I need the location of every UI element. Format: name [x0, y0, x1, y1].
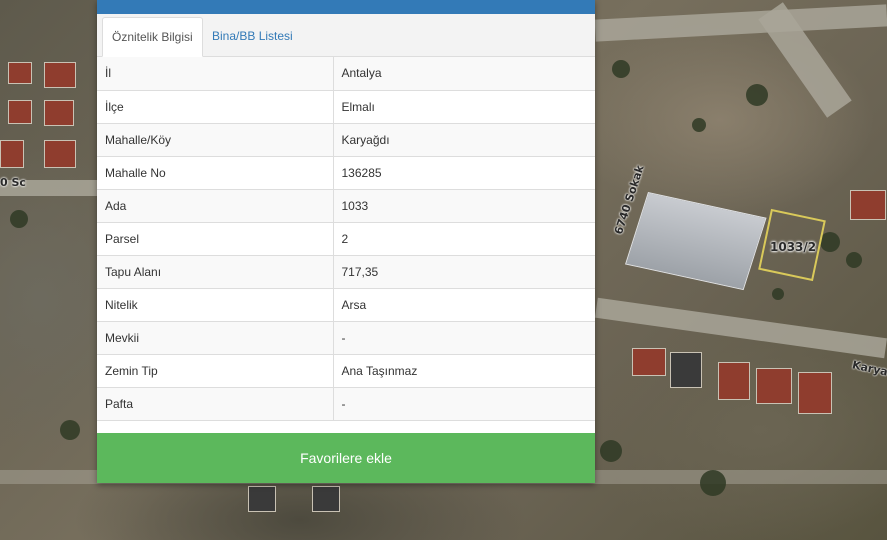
attribute-value: Karyağdı [333, 123, 595, 157]
attribute-value: 1033 [333, 189, 595, 223]
attribute-value: Elmalı [333, 90, 595, 124]
street-label: Karya [851, 358, 887, 379]
map-tree [700, 470, 726, 496]
tab-building-list[interactable]: Bina/BB Listesi [203, 17, 302, 55]
street-label: 0 Sc [0, 176, 26, 189]
table-row: İlçe Elmalı [97, 90, 595, 124]
attribute-key: Mahalle No [97, 156, 334, 190]
map-tree [746, 84, 768, 106]
table-row: Ada 1033 [97, 189, 595, 223]
attribute-value: - [333, 321, 595, 355]
map-house [44, 100, 74, 126]
map-house [44, 140, 76, 168]
map-house [670, 352, 702, 388]
attribute-value: Antalya [333, 57, 595, 91]
attribute-key: Tapu Alanı [97, 255, 334, 289]
add-to-favorites-button[interactable]: Favorilere ekle [97, 433, 595, 483]
attribute-value: 2 [333, 222, 595, 256]
table-row: Mevkii - [97, 321, 595, 355]
map-house [718, 362, 750, 400]
table-row: Pafta - [97, 387, 595, 421]
map-house [632, 348, 666, 376]
map-building [625, 192, 767, 291]
table-row: Zemin Tip Ana Taşınmaz [97, 354, 595, 388]
map-tree [600, 440, 622, 462]
attribute-key: Nitelik [97, 288, 334, 322]
table-row: Parsel 2 [97, 222, 595, 256]
attribute-key: Mahalle/Köy [97, 123, 334, 157]
map-tree [10, 210, 28, 228]
attribute-key: Mevkii [97, 321, 334, 355]
tab-bar: Öznitelik Bilgisi Bina/BB Listesi [97, 14, 595, 57]
attribute-key: Pafta [97, 387, 334, 421]
attribute-value: 136285 [333, 156, 595, 190]
table-row: İl Antalya [97, 57, 595, 91]
table-row: Nitelik Arsa [97, 288, 595, 322]
table-row: Mahalle No 136285 [97, 156, 595, 190]
map-house [798, 372, 832, 414]
attribute-key: Zemin Tip [97, 354, 334, 388]
map-house [756, 368, 792, 404]
map-house [850, 190, 886, 220]
parcel-label: 1033/2 [770, 240, 817, 254]
attribute-value: - [333, 387, 595, 421]
map-house [312, 486, 340, 512]
table-row: Mahalle/Köy Karyağdı [97, 123, 595, 157]
attribute-key: Ada [97, 189, 334, 223]
tab-attributes[interactable]: Öznitelik Bilgisi [102, 17, 203, 57]
map-house [44, 62, 76, 88]
attribute-key: Parsel [97, 222, 334, 256]
table-row: Tapu Alanı 717,35 [97, 255, 595, 289]
map-tree [692, 118, 706, 132]
map-tree [820, 232, 840, 252]
map-house [8, 100, 32, 124]
map-house [0, 140, 24, 168]
map-tree [612, 60, 630, 78]
map-tree [846, 252, 862, 268]
attribute-value: Ana Taşınmaz [333, 354, 595, 388]
attribute-value: 717,35 [333, 255, 595, 289]
map-road [594, 4, 887, 42]
map-tree [60, 420, 80, 440]
panel-header [97, 0, 595, 14]
attribute-key: İlçe [97, 90, 334, 124]
parcel-info-panel: Öznitelik Bilgisi Bina/BB Listesi İl Anta… [97, 0, 595, 483]
map-house [248, 486, 276, 512]
attribute-value: Arsa [333, 288, 595, 322]
attribute-key: İl [97, 57, 334, 91]
attribute-table: İl Antalya İlçe Elmalı Mahalle/Köy Karyağdı Ma… [97, 57, 595, 421]
map-tree [772, 288, 784, 300]
map-house [8, 62, 32, 84]
